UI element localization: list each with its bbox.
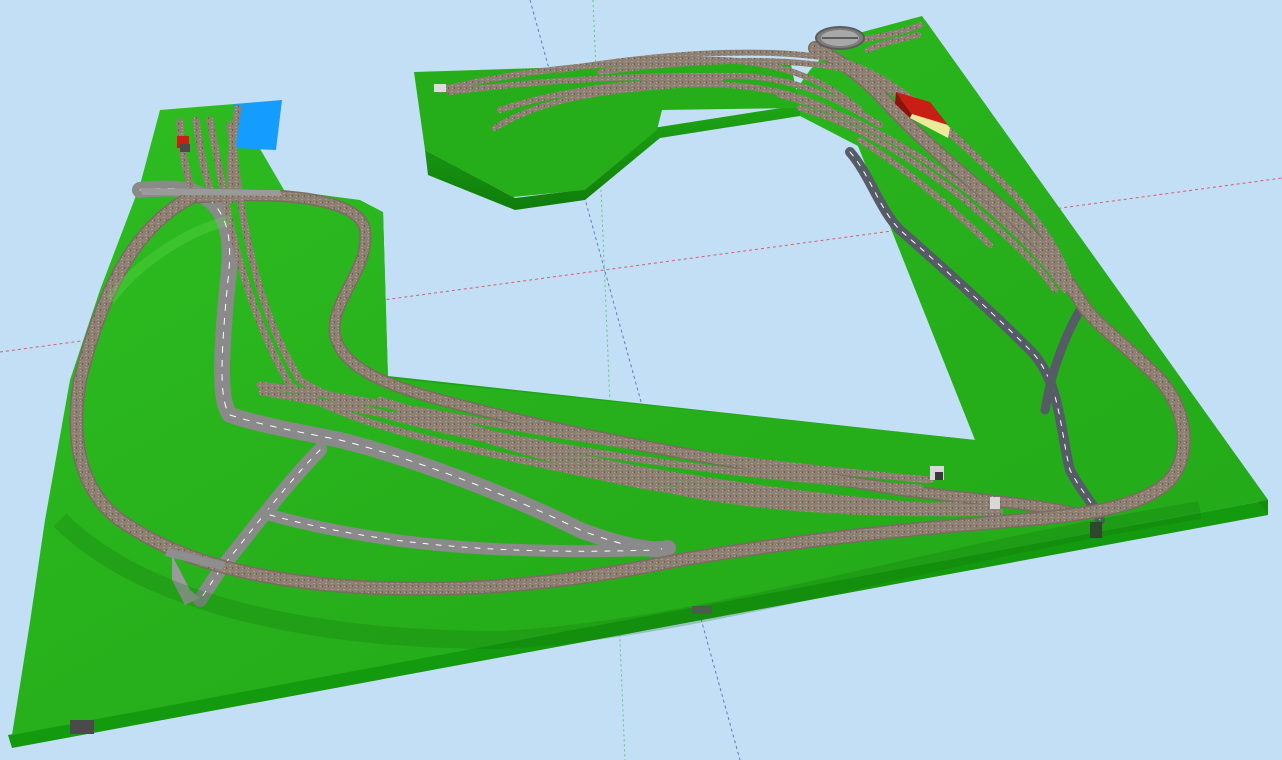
3d-viewport[interactable]	[0, 0, 1282, 760]
tunnel-portal-7	[434, 84, 446, 92]
tunnel-portal-2	[935, 472, 943, 480]
layout-3d-scene[interactable]	[0, 0, 1282, 760]
tunnel-portal-6	[70, 720, 94, 734]
tunnel-portal-3	[990, 497, 1000, 509]
turntable[interactable]	[815, 26, 865, 50]
